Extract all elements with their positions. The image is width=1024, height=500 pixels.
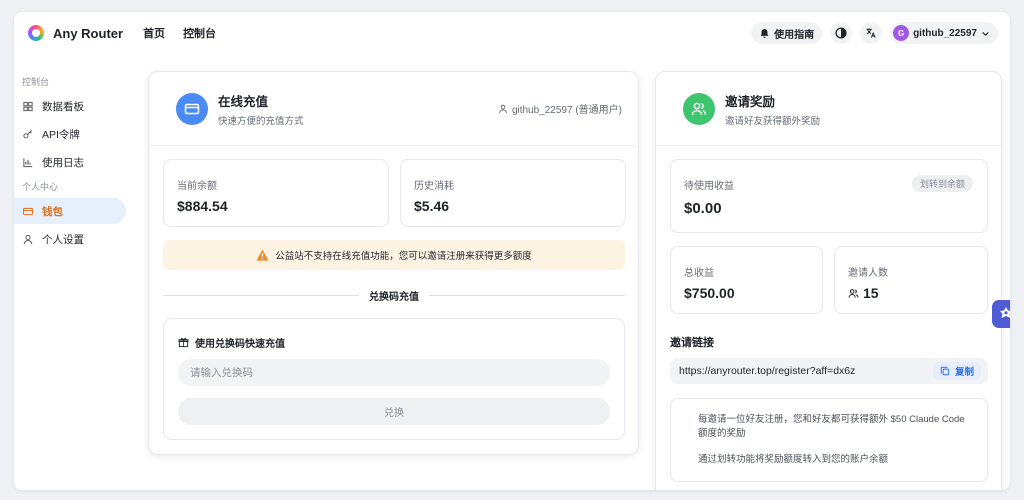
sidebar-item-label: 个人设置 bbox=[42, 233, 84, 246]
logo-icon[interactable] bbox=[28, 25, 44, 41]
sidebar-item-label: API令牌 bbox=[42, 128, 80, 141]
top-nav: 首页 控制台 bbox=[143, 25, 216, 41]
notice-text: 公益站不支持在线充值功能，您可以邀请注册来获得更多额度 bbox=[275, 251, 532, 262]
invite-title: 邀请奖励 bbox=[725, 94, 776, 109]
sidebar-item-settings[interactable]: 个人设置 bbox=[14, 226, 134, 252]
avatar: G bbox=[893, 25, 910, 41]
current-user-text: github_22597 (普通用户) bbox=[511, 105, 622, 116]
recharge-header-text: 在线充值 快速方便的充值方式 bbox=[218, 91, 304, 127]
current-user-label: github_22597 (普通用户) bbox=[498, 101, 622, 116]
recharge-subtitle: 快速方便的充值方式 bbox=[218, 115, 304, 127]
recharge-card-header: 在线充值 快速方便的充值方式 github_22597 (普通用户) bbox=[149, 72, 638, 146]
user-icon bbox=[499, 104, 507, 113]
redeem-box: 使用兑换码快速充值 兑换 bbox=[163, 318, 625, 440]
invite-info-box: 每邀请一位好友注册，您和好友都可获得额外 $50 Claude Code 额度的… bbox=[670, 398, 988, 482]
balance-value: $884.54 bbox=[177, 198, 228, 214]
chevron-down-icon bbox=[982, 31, 989, 36]
app-window: Any Router 首页 控制台 使用指南 G github_22597 控制… bbox=[14, 12, 1010, 490]
sidebar-item-dashboard[interactable]: 数据看板 bbox=[14, 93, 134, 119]
invite-link-field[interactable]: https://anyrouter.top/register?aff=dx6z … bbox=[670, 358, 988, 384]
sidebar-item-label: 数据看板 bbox=[42, 100, 84, 113]
guide-button[interactable]: 使用指南 bbox=[751, 22, 823, 44]
balance-stat: 当前余额 $884.54 bbox=[163, 159, 389, 227]
invite-subtitle: 邀请好友获得额外奖励 bbox=[725, 115, 821, 127]
users-icon bbox=[691, 102, 707, 115]
language-button[interactable] bbox=[860, 22, 883, 44]
recharge-title: 在线充值 bbox=[218, 94, 269, 109]
transfer-to-balance-button[interactable]: 划转到余额 bbox=[911, 175, 973, 192]
dashboard-icon bbox=[23, 101, 33, 111]
wallet-icon bbox=[23, 207, 33, 215]
redeem-title-text: 使用兑换码快速充值 bbox=[195, 339, 285, 350]
total-earnings-stat: 总收益 $750.00 bbox=[670, 246, 823, 314]
recharge-icon-circle bbox=[176, 92, 208, 125]
copy-button[interactable]: 复制 bbox=[932, 362, 981, 380]
copy-label: 复制 bbox=[954, 367, 974, 378]
top-bar: Any Router 首页 控制台 使用指南 G github_22597 bbox=[14, 12, 1010, 54]
pending-label: 待使用收益 bbox=[684, 181, 734, 192]
theme-toggle-button[interactable] bbox=[830, 22, 853, 44]
gift-icon bbox=[178, 338, 189, 348]
invite-icon-circle bbox=[683, 92, 715, 125]
invite-card-header: 邀请奖励 邀请好友获得额外奖励 bbox=[656, 72, 1001, 146]
invite-card: 邀请奖励 邀请好友获得额外奖励 待使用收益 $0.00 划转到余额 总收益 $7… bbox=[655, 71, 1002, 490]
redeem-title: 使用兑换码快速充值 bbox=[178, 335, 285, 350]
assistant-icon bbox=[1000, 307, 1010, 318]
sidebar-item-wallet[interactable]: 钱包 bbox=[14, 198, 126, 224]
bell-icon bbox=[760, 28, 769, 38]
invite-link-title: 邀请链接 bbox=[670, 337, 714, 349]
total-label: 总收益 bbox=[684, 268, 714, 279]
balance-label: 当前余额 bbox=[177, 181, 217, 192]
users-icon bbox=[848, 288, 859, 298]
redeem-divider: 兑换码充值 bbox=[163, 288, 625, 303]
credit-card-icon bbox=[184, 103, 200, 114]
sidebar-item-api-tokens[interactable]: API令牌 bbox=[14, 121, 134, 147]
invite-header-text: 邀请奖励 邀请好友获得额外奖励 bbox=[725, 91, 820, 127]
pending-value: $0.00 bbox=[684, 200, 722, 217]
sidebar-item-label: 钱包 bbox=[42, 205, 63, 218]
sidebar: 控制台 数据看板 API令牌 使用日志 个人中心 钱包 个人设置 bbox=[14, 70, 134, 254]
recharge-card: 在线充值 快速方便的充值方式 github_22597 (普通用户) 当前余额 … bbox=[148, 71, 639, 455]
count-value: 15 bbox=[863, 285, 879, 301]
history-value: $5.46 bbox=[414, 198, 450, 214]
floating-assistant-button[interactable] bbox=[992, 300, 1010, 328]
moon-icon bbox=[835, 27, 847, 39]
nav-console[interactable]: 控制台 bbox=[183, 25, 216, 41]
invite-link-text[interactable]: https://anyrouter.top/register?aff=dx6z bbox=[679, 365, 855, 377]
redeem-code-input[interactable] bbox=[178, 359, 610, 386]
history-label: 历史消耗 bbox=[414, 181, 454, 192]
invite-info-line-2: 通过划转功能将奖励额度转入到您的账户余额 bbox=[698, 454, 889, 465]
redeem-button[interactable]: 兑换 bbox=[178, 398, 610, 425]
top-actions: 使用指南 G github_22597 bbox=[751, 22, 998, 44]
pending-earnings-stat: 待使用收益 $0.00 划转到余额 bbox=[670, 159, 988, 233]
count-value-row: 15 bbox=[848, 285, 879, 301]
user-icon bbox=[23, 234, 33, 244]
count-label: 邀请人数 bbox=[848, 268, 888, 279]
sidebar-item-usage-logs[interactable]: 使用日志 bbox=[14, 149, 134, 175]
key-icon bbox=[23, 129, 32, 138]
nav-home[interactable]: 首页 bbox=[143, 25, 165, 41]
total-value: $750.00 bbox=[684, 285, 735, 301]
copy-icon bbox=[940, 366, 950, 376]
recharge-notice: 公益站不支持在线充值功能，您可以邀请注册来获得更多额度 bbox=[163, 240, 625, 270]
warning-icon bbox=[256, 249, 269, 261]
invite-info-line-1: 每邀请一位好友注册，您和好友都可获得额外 $50 Claude Code 额度的… bbox=[698, 414, 965, 439]
brand-name[interactable]: Any Router bbox=[53, 26, 123, 41]
chart-icon bbox=[23, 157, 33, 167]
invite-count-stat: 邀请人数 15 bbox=[834, 246, 988, 314]
username-label: github_22597 bbox=[913, 27, 977, 39]
user-menu[interactable]: G github_22597 bbox=[890, 22, 998, 44]
translate-icon bbox=[866, 28, 876, 38]
history-stat: 历史消耗 $5.46 bbox=[400, 159, 626, 227]
sidebar-group-personal: 个人中心 bbox=[22, 182, 59, 192]
sidebar-item-label: 使用日志 bbox=[42, 156, 84, 169]
divider-label: 兑换码充值 bbox=[359, 288, 429, 303]
guide-label: 使用指南 bbox=[774, 29, 815, 41]
sidebar-group-console: 控制台 bbox=[22, 77, 50, 87]
